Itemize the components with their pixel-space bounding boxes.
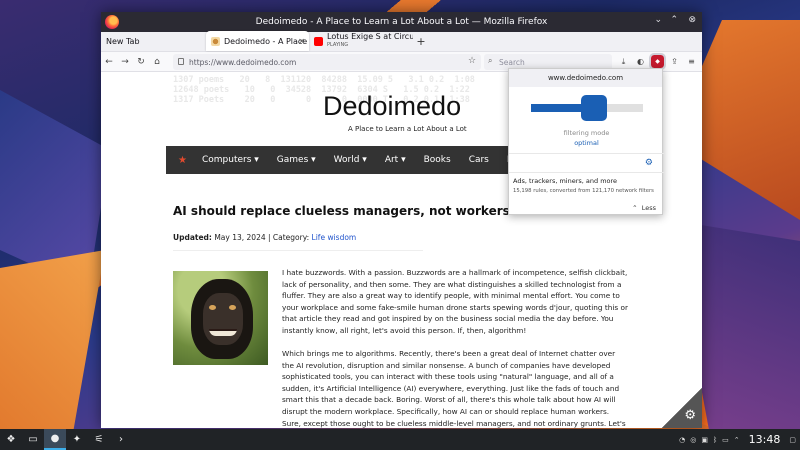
divider bbox=[509, 153, 664, 154]
monkey-selfie-image bbox=[173, 271, 268, 365]
article-meta: Updated: May 13, 2024 | Category: Life w… bbox=[173, 233, 356, 242]
search-icon: ⌕ bbox=[488, 56, 493, 65]
volume-icon[interactable]: ◎ bbox=[690, 436, 696, 444]
system-settings-icon[interactable]: ⚟ bbox=[88, 429, 110, 450]
filter-level-knob[interactable] bbox=[580, 95, 607, 121]
nav-books[interactable]: Books bbox=[424, 155, 451, 165]
lock-icon[interactable] bbox=[178, 58, 184, 65]
home-icon[interactable]: ⌂ bbox=[149, 57, 165, 67]
tab-youtube[interactable]: Lotus Exige S at Circuit de PLAYING bbox=[309, 31, 413, 51]
monkey-teeth bbox=[209, 329, 237, 336]
clipboard-icon[interactable]: ▣ bbox=[701, 436, 708, 444]
nav-world[interactable]: World ▾ bbox=[334, 155, 367, 165]
network-icon[interactable]: ◔ bbox=[679, 436, 685, 444]
download-icon[interactable]: ⤓ bbox=[617, 55, 630, 68]
toolbar-icons: ⤓ ◐ ◆ ⇪ ≡ bbox=[617, 53, 698, 70]
file-manager-icon[interactable]: ▭ bbox=[22, 429, 44, 450]
chevron-up-icon[interactable]: ⌃ bbox=[734, 436, 740, 444]
monkey-face bbox=[203, 293, 243, 345]
monkey-eye bbox=[229, 305, 236, 310]
nav-cars[interactable]: Cars bbox=[469, 155, 489, 165]
nav-games[interactable]: Games ▾ bbox=[277, 155, 316, 165]
new-tab-button[interactable]: + bbox=[413, 31, 429, 51]
clock[interactable]: 13:48 bbox=[749, 433, 781, 446]
bluetooth-icon[interactable]: ᛒ bbox=[713, 436, 717, 444]
url-text: https://www.dedoimedo.com bbox=[189, 57, 297, 67]
filtering-mode-value: optimal bbox=[574, 139, 599, 147]
firefox-taskbar-icon[interactable]: ● bbox=[44, 429, 66, 450]
ublock-domain: www.dedoimedo.com bbox=[509, 69, 662, 87]
forward-arrow-icon[interactable]: → bbox=[117, 57, 133, 67]
nav-computers[interactable]: Computers ▾ bbox=[202, 155, 259, 165]
site-title[interactable]: Dedoimedo bbox=[323, 91, 461, 122]
ublock-stats-title: Ads, trackers, miners, and more bbox=[513, 177, 618, 185]
divider bbox=[173, 250, 423, 251]
ublock-shield-icon[interactable]: ◆ bbox=[649, 53, 666, 70]
article-paragraph-1: I hate buzzwords. With a passion. Buzzwo… bbox=[282, 268, 628, 335]
ublock-stats-detail: 15,198 rules, converted from 121,170 net… bbox=[513, 188, 654, 194]
dashboard-gears-icon[interactable]: ⚙ bbox=[645, 158, 653, 168]
url-bar[interactable]: https://www.dedoimedo.com bbox=[173, 54, 481, 70]
firefox-logo-icon bbox=[105, 15, 119, 29]
reload-icon[interactable]: ↻ bbox=[133, 57, 149, 67]
tab-label: Lotus Exige S at Circuit de bbox=[327, 32, 413, 41]
maximize-icon[interactable]: ⌃ bbox=[670, 15, 678, 25]
terminal-icon[interactable]: › bbox=[110, 429, 132, 450]
site-tagline: A Place to Learn a Lot About a Lot bbox=[348, 125, 467, 133]
extensions-icon[interactable]: ◐ bbox=[634, 55, 647, 68]
gear-icon[interactable]: ⚙ bbox=[684, 408, 696, 423]
system-tray: ◔ ◎ ▣ ᛒ ▭ ⌃ 13:48 ▢ bbox=[679, 429, 796, 450]
show-desktop-icon[interactable]: ▢ bbox=[789, 436, 796, 444]
tab-close-icon[interactable]: ✕ bbox=[298, 37, 305, 46]
window-titlebar[interactable]: Dedoimedo - A Place to Learn a Lot About… bbox=[101, 12, 702, 32]
battery-icon[interactable]: ▭ bbox=[722, 436, 729, 444]
tab-playing-status: PLAYING bbox=[327, 42, 349, 48]
filtering-mode-label: filtering mode bbox=[563, 129, 610, 137]
tab-label: Dedoimedo - A Place to Le bbox=[224, 36, 309, 46]
tab-dedoimedo[interactable]: Dedoimedo - A Place to Le ✕ bbox=[206, 31, 309, 51]
divider bbox=[509, 172, 664, 173]
app-launcher-icon[interactable]: ❖ bbox=[0, 429, 22, 450]
article-paragraph-2: Which brings me to algorithms. Recently,… bbox=[282, 349, 626, 428]
discover-icon[interactable]: ✦ bbox=[66, 429, 88, 450]
less-label: Less bbox=[641, 204, 656, 212]
monkey-eye bbox=[209, 305, 216, 310]
menu-icon[interactable]: ≡ bbox=[685, 55, 698, 68]
dedoimedo-favicon-icon bbox=[211, 36, 220, 46]
search-placeholder: Search bbox=[499, 57, 525, 67]
minimize-icon[interactable]: ⌄ bbox=[654, 15, 662, 25]
share-icon[interactable]: ⇪ bbox=[668, 55, 681, 68]
taskbar: ❖ ▭ ● ✦ ⚟ › ◔ ◎ ▣ ᛒ ▭ ⌃ 13:48 ▢ bbox=[0, 429, 800, 450]
back-arrow-icon[interactable]: ← bbox=[101, 57, 117, 67]
updated-date: May 13, 2024 | Category: bbox=[214, 233, 310, 242]
category-link[interactable]: Life wisdom bbox=[312, 233, 357, 242]
bookmark-star-icon[interactable]: ☆ bbox=[468, 56, 476, 66]
close-icon[interactable]: ⊗ bbox=[688, 15, 696, 25]
chevron-up-icon: ⌃ bbox=[632, 204, 638, 212]
article-title: AI should replace clueless managers, not… bbox=[173, 204, 510, 218]
youtube-favicon-icon bbox=[314, 36, 323, 46]
nav-art[interactable]: Art ▾ bbox=[385, 155, 406, 165]
tab-new-tab[interactable]: New Tab bbox=[101, 31, 206, 51]
updated-label: Updated: bbox=[173, 233, 212, 242]
ublock-popup: www.dedoimedo.com filtering mode optimal… bbox=[508, 68, 664, 215]
tab-label: New Tab bbox=[106, 36, 140, 46]
less-button[interactable]: ⌃ Less bbox=[632, 204, 656, 212]
settings-corner[interactable]: ⚙ bbox=[662, 388, 702, 428]
home-star-icon[interactable]: ★ bbox=[178, 155, 187, 166]
window-title: Dedoimedo - A Place to Learn a Lot About… bbox=[255, 17, 548, 27]
tab-bar: New Tab Dedoimedo - A Place to Le ✕ Lotu… bbox=[101, 31, 702, 52]
